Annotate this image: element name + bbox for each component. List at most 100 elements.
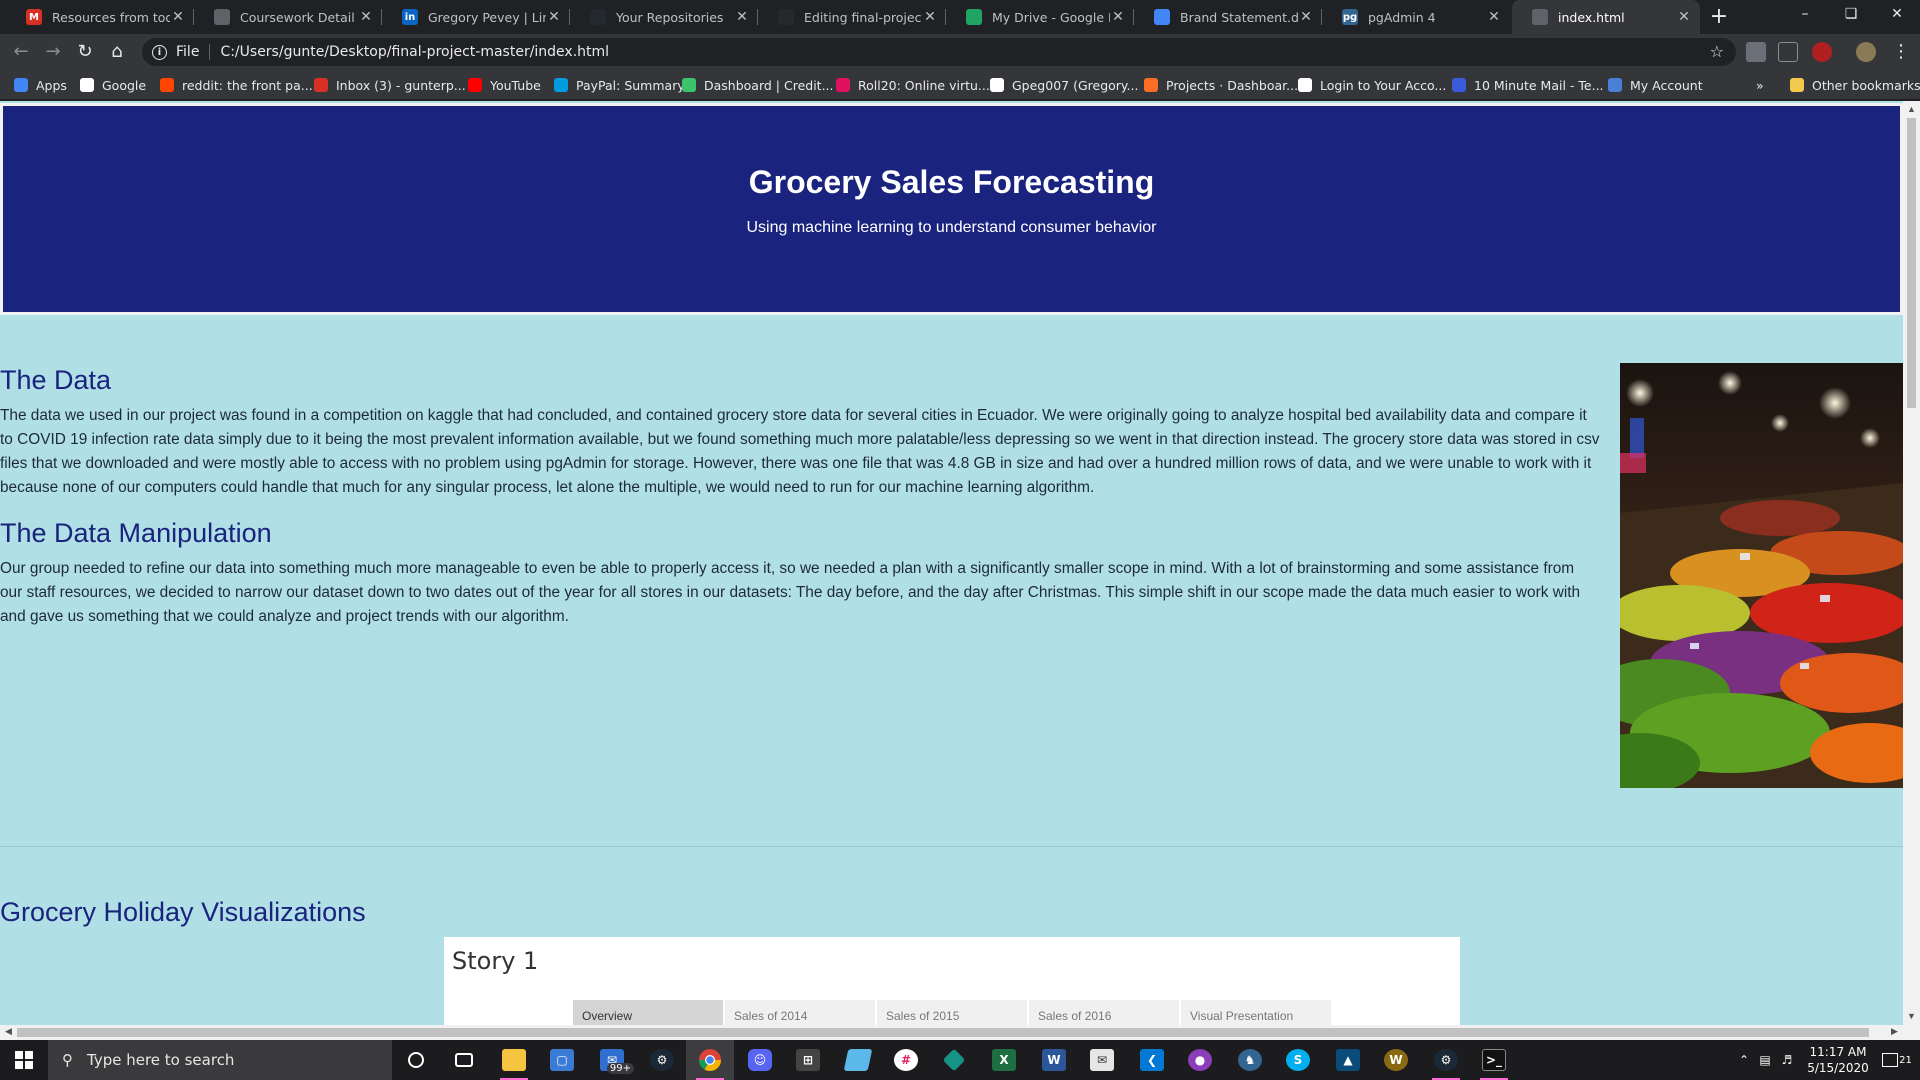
chrome-icon[interactable] <box>686 1040 734 1080</box>
volume-icon[interactable]: ♬ <box>1776 1040 1798 1080</box>
horizontal-scrollbar[interactable]: ◀ ▶ <box>0 1025 1920 1040</box>
word-icon[interactable]: W <box>1030 1040 1078 1080</box>
gitkraken-icon[interactable] <box>930 1040 978 1080</box>
close-tab-icon[interactable]: ✕ <box>358 9 374 25</box>
obs-icon[interactable]: ● <box>1176 1040 1224 1080</box>
new-tab-button[interactable]: + <box>1706 4 1732 30</box>
browser-tab[interactable]: M Resources from today's✕ <box>6 0 194 34</box>
close-tab-icon[interactable]: ✕ <box>922 9 938 25</box>
horizontal-scroll-thumb[interactable] <box>17 1028 1869 1037</box>
vscode-icon[interactable]: ❮ <box>1128 1040 1176 1080</box>
minimize-button[interactable]: – <box>1782 0 1828 30</box>
story-title: Story 1 <box>452 947 539 975</box>
browser-tab[interactable]: My Drive - Google Driv✕ <box>946 0 1134 34</box>
close-tab-icon[interactable]: ✕ <box>1486 9 1502 25</box>
browser-tab[interactable]: index.html ✕ <box>1512 0 1700 34</box>
network-icon[interactable]: ▤ <box>1754 1040 1776 1080</box>
browser-tab[interactable]: in Gregory Pevey | Linked✕ <box>382 0 570 34</box>
bookmark-item[interactable]: reddit: the front pa... <box>160 76 313 94</box>
profile-avatar-icon[interactable] <box>1856 42 1876 62</box>
close-tab-icon[interactable]: ✕ <box>1676 9 1692 25</box>
browser-tab[interactable]: Your Repositories ✕ <box>570 0 758 34</box>
pdf-extension-icon[interactable] <box>1778 42 1798 62</box>
bookmark-item[interactable]: My Account <box>1608 76 1703 94</box>
vertical-scroll-thumb[interactable] <box>1907 118 1916 408</box>
browser-tab[interactable]: Brand Statement.docx✕ <box>1134 0 1322 34</box>
tableau-story-embed[interactable]: Story 1 Overview Sales of 2014 Sales of 20… <box>444 937 1460 1025</box>
discord-icon[interactable]: ☺ <box>736 1040 784 1080</box>
tray-overflow-icon[interactable]: ⌃ <box>1734 1040 1754 1080</box>
close-tab-icon[interactable]: ✕ <box>170 9 186 25</box>
vertical-scrollbar[interactable]: ▲ ▼ <box>1903 101 1920 1025</box>
url-text[interactable]: C:/Users/gunte/Desktop/final-project-mas… <box>220 44 609 60</box>
close-tab-icon[interactable]: ✕ <box>1110 9 1126 25</box>
start-button[interactable] <box>0 1040 48 1080</box>
bookmark-item[interactable]: Apps <box>14 76 67 94</box>
file-explorer-icon[interactable] <box>490 1040 538 1080</box>
task-view-icon[interactable] <box>440 1040 488 1080</box>
reload-button[interactable]: ↻ <box>72 39 98 65</box>
skype-icon[interactable]: S <box>1274 1040 1322 1080</box>
bookmark-item[interactable]: 10 Minute Mail - Te... <box>1452 76 1604 94</box>
bookmark-item[interactable]: Roll20: Online virtu... <box>836 76 990 94</box>
taskbar-clock[interactable]: 11:17 AM 5/15/2020 <box>1798 1044 1878 1076</box>
steam-icon[interactable]: ⚙ <box>638 1040 686 1080</box>
hero-banner: Grocery Sales Forecasting Using machine … <box>0 103 1903 315</box>
close-tab-icon[interactable]: ✕ <box>1298 9 1314 25</box>
story-tab[interactable]: Sales of 2016 <box>1029 1000 1179 1025</box>
browser-tab[interactable]: Editing final-project/RE✕ <box>758 0 946 34</box>
browser-tab[interactable]: pg pgAdmin 4 ✕ <box>1322 0 1510 34</box>
close-tab-icon[interactable]: ✕ <box>546 9 562 25</box>
home-button[interactable]: ⌂ <box>104 39 130 65</box>
bookmarks-overflow-button[interactable]: » <box>1756 76 1764 94</box>
slack-icon[interactable]: # <box>882 1040 930 1080</box>
bookmark-item[interactable]: Login to Your Acco... <box>1298 76 1446 94</box>
extension-icon[interactable] <box>1746 42 1766 62</box>
bookmark-item[interactable]: Gpeg007 (Gregory... <box>990 76 1138 94</box>
story-tab[interactable]: Visual Presentation <box>1181 1000 1331 1025</box>
scroll-left-arrow-icon[interactable]: ◀ <box>0 1025 17 1040</box>
apps-grid-icon <box>14 78 28 92</box>
close-window-button[interactable]: ✕ <box>1874 0 1920 30</box>
azure-data-studio-icon[interactable]: ▲ <box>1324 1040 1372 1080</box>
pgadmin-icon[interactable]: ♞ <box>1226 1040 1274 1080</box>
close-tab-icon[interactable]: ✕ <box>734 9 750 25</box>
visualizations-heading: Grocery Holiday Visualizations <box>0 897 366 927</box>
calculator-icon[interactable]: ⊞ <box>784 1040 832 1080</box>
bookmark-item[interactable]: Inbox (3) - gunterp... <box>314 76 466 94</box>
notification-center-icon[interactable]: 21 <box>1880 1040 1914 1080</box>
menu-icon[interactable]: ⋮ <box>1888 39 1914 65</box>
scroll-up-arrow-icon[interactable]: ▲ <box>1903 101 1920 118</box>
bookmark-item[interactable]: Projects · Dashboar... <box>1144 76 1298 94</box>
bookmark-item[interactable]: PayPal: Summary <box>554 76 685 94</box>
taskbar-search-box[interactable]: ⚲ Type here to search <box>48 1040 392 1080</box>
story-tab[interactable]: Overview <box>573 1000 723 1025</box>
maximize-button[interactable]: ❏ <box>1828 0 1874 30</box>
excel-icon[interactable]: X <box>980 1040 1028 1080</box>
address-bar[interactable]: i File C:/Users/gunte/Desktop/final-proj… <box>142 38 1736 66</box>
forward-button[interactable]: → <box>40 39 66 65</box>
bookmark-item[interactable]: Dashboard | Credit... <box>682 76 834 94</box>
story-tab[interactable]: Sales of 2015 <box>877 1000 1027 1025</box>
browser-tab[interactable]: Coursework Detail | Bo✕ <box>194 0 382 34</box>
steam-icon[interactable]: ⚙ <box>1422 1040 1470 1080</box>
notepad-icon[interactable] <box>834 1040 882 1080</box>
scroll-right-arrow-icon[interactable]: ▶ <box>1886 1025 1903 1040</box>
notification-count: 21 <box>1899 1054 1912 1066</box>
site-info-icon[interactable]: i <box>152 44 167 60</box>
warcraft-icon[interactable]: W <box>1372 1040 1420 1080</box>
bookmark-item[interactable]: YouTube <box>468 76 541 94</box>
other-bookmarks-folder[interactable]: Other bookmarks <box>1790 76 1920 94</box>
back-button[interactable]: ← <box>8 39 34 65</box>
terminal-icon[interactable]: >_ <box>1470 1040 1518 1080</box>
ublock-icon[interactable] <box>1812 42 1832 62</box>
mail-icon[interactable]: ✉ 99+ <box>588 1040 636 1080</box>
bookmark-item[interactable]: Google <box>80 76 146 94</box>
store-icon[interactable]: ▢ <box>538 1040 586 1080</box>
cortana-icon[interactable] <box>392 1040 440 1080</box>
scroll-down-arrow-icon[interactable]: ▼ <box>1903 1008 1920 1025</box>
story-tab[interactable]: Sales of 2014 <box>725 1000 875 1025</box>
bookmark-star-icon[interactable]: ☆ <box>1710 42 1724 61</box>
tab-title: pgAdmin 4 <box>1368 9 1436 25</box>
outlook-icon[interactable]: ✉ <box>1078 1040 1126 1080</box>
